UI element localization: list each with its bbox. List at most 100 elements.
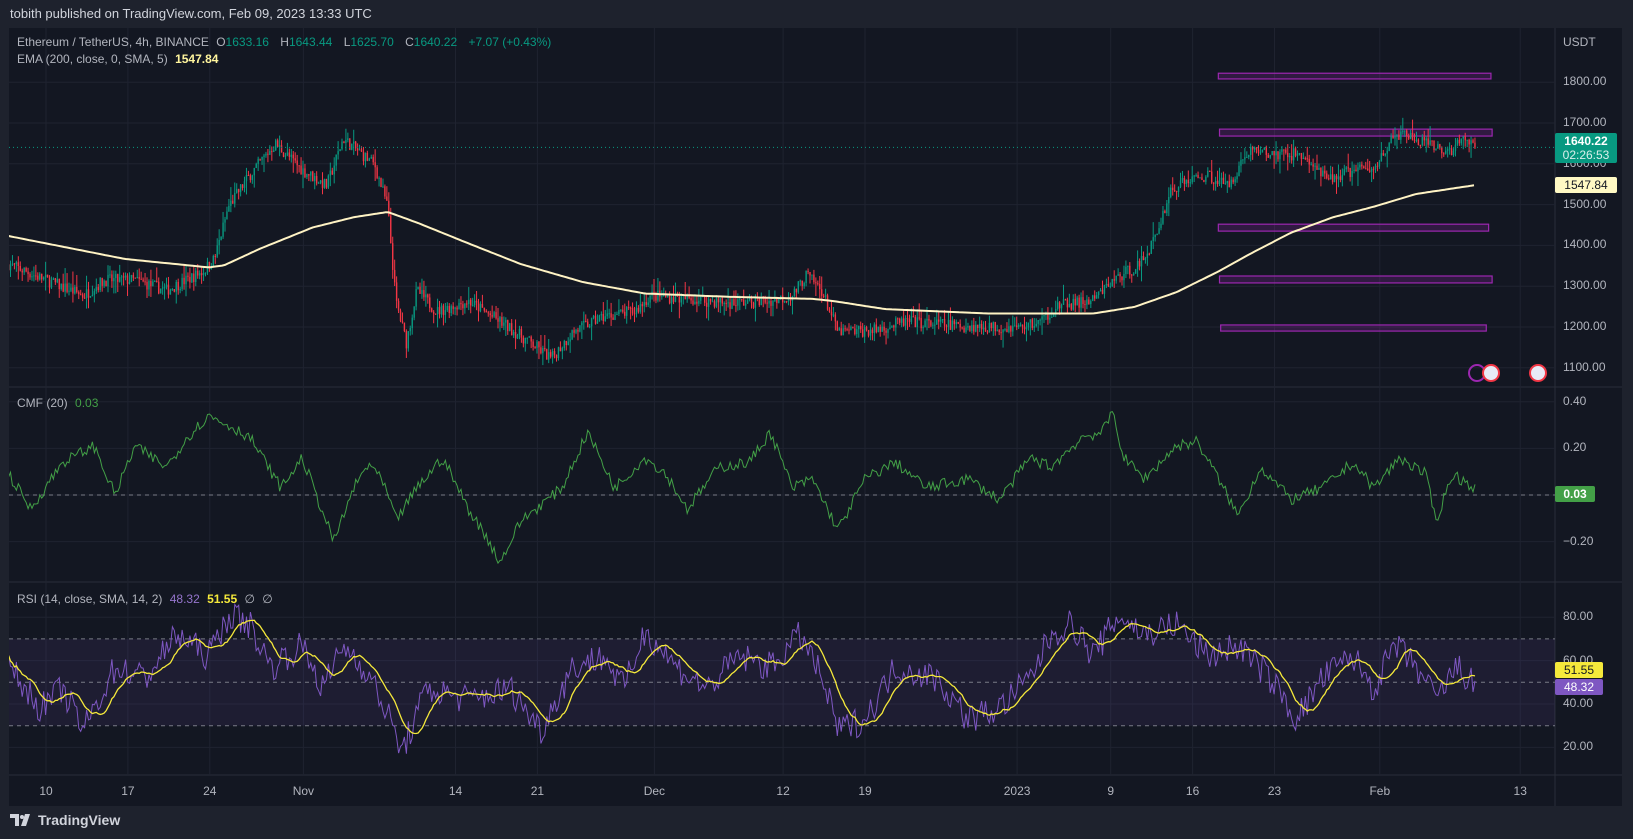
candle-up — [23, 267, 25, 273]
candle-down — [549, 352, 552, 357]
candle-down — [902, 318, 905, 326]
candle-up — [887, 329, 889, 333]
candle-up — [978, 323, 981, 329]
candle-down — [1131, 274, 1133, 276]
candle-down — [427, 294, 429, 298]
support-resistance-zone — [1218, 128, 1493, 137]
candle-down — [977, 324, 979, 329]
candle-up — [95, 287, 98, 292]
candle-up — [1144, 258, 1147, 261]
candle-up — [243, 181, 246, 188]
candle-down — [19, 265, 21, 271]
candle-up — [1136, 260, 1139, 270]
candle-up — [939, 319, 942, 322]
candle-down — [495, 312, 497, 319]
ema-price-tag: 1547.84 — [1555, 177, 1617, 193]
candle-up — [99, 278, 101, 291]
candle-up — [119, 277, 121, 282]
candle-up — [1220, 177, 1223, 181]
candle-up — [583, 320, 585, 323]
candle-up — [1448, 148, 1451, 150]
candle-up — [351, 143, 353, 150]
symbol-name[interactable]: Ethereum / TetherUS, 4h, BINANCE — [17, 35, 209, 49]
open-label: O — [216, 35, 226, 49]
symbol-legend: Ethereum / TetherUS, 4h, BINANCE O1633.1… — [17, 35, 555, 49]
candle-up — [1269, 155, 1271, 158]
candle-down — [197, 270, 199, 276]
ema-label[interactable]: EMA (200, close, 0, SMA, 5) — [17, 52, 168, 66]
candle-down — [713, 301, 716, 307]
candle-up — [152, 281, 154, 287]
candle-down — [1349, 168, 1351, 178]
candle-up — [1134, 269, 1137, 274]
candle-down — [83, 297, 86, 299]
candle-down — [1439, 144, 1441, 148]
candle-up — [1279, 151, 1281, 160]
candle-down — [78, 292, 80, 295]
candle-up — [579, 325, 581, 332]
cmf-label[interactable]: CMF (20) — [17, 396, 68, 410]
candle-down — [627, 307, 630, 309]
candle-down — [819, 283, 821, 290]
time-axis-label: Nov — [293, 784, 314, 798]
candle-down — [1129, 265, 1131, 275]
chart-frame[interactable]: 10 17 24 Nov 14 21 Dec 12 19 2023 9 16 23 Feb 13 — [9, 28, 1622, 806]
candle-up — [744, 303, 747, 306]
candle-up — [471, 305, 474, 307]
candle-up — [1333, 175, 1336, 183]
last-price: 1640.22 — [1564, 134, 1608, 148]
candle-up — [1086, 299, 1088, 305]
candle-down — [1277, 151, 1279, 160]
candle-up — [191, 273, 193, 283]
candle-down — [1209, 170, 1211, 172]
candle-up — [353, 141, 355, 144]
candle-up — [124, 275, 127, 278]
candle-up — [415, 289, 417, 307]
candle-up — [421, 290, 423, 294]
rsi-label[interactable]: RSI (14, close, SMA, 14, 2) — [17, 592, 162, 606]
candle-up — [333, 165, 335, 175]
rsi-legend: RSI (14, close, SMA, 14, 2) 48.32 51.55 … — [17, 592, 277, 606]
candle-up — [1462, 136, 1464, 139]
candle-up — [1156, 233, 1158, 236]
candle-down — [489, 313, 491, 316]
candle-down — [725, 302, 727, 304]
bar-countdown: 02:26:53 — [1562, 148, 1610, 162]
candle-up — [413, 306, 415, 318]
candle-up — [557, 347, 560, 359]
candle-up — [1154, 235, 1156, 238]
candle-up — [1240, 160, 1242, 166]
candle-down — [111, 274, 113, 282]
high-label: H — [280, 35, 289, 49]
candle-up — [1263, 147, 1266, 150]
candle-up — [768, 300, 770, 304]
time-axis-label: 17 — [121, 784, 135, 798]
candle-up — [856, 329, 858, 335]
candle-up — [255, 163, 257, 168]
chart-canvas[interactable]: 10 17 24 Nov 14 21 Dec 12 19 2023 9 16 23 Feb 13 — [9, 28, 1622, 806]
candle-down — [438, 307, 441, 315]
candle-down — [1431, 140, 1433, 142]
candle-up — [1181, 178, 1184, 181]
time-axis-label: 21 — [531, 784, 545, 798]
us-flag-event-icon — [1529, 364, 1547, 382]
candle-down — [1088, 299, 1090, 305]
candle-up — [1072, 298, 1074, 310]
candle-down — [105, 280, 107, 287]
candle-down — [752, 302, 755, 308]
candle-up — [838, 328, 840, 331]
candle-up — [528, 336, 530, 338]
tradingview-logo[interactable]: TradingView — [10, 812, 120, 828]
candle-up — [793, 288, 796, 297]
candle-up — [1080, 297, 1082, 308]
candle-up — [85, 289, 88, 298]
candle-down — [764, 298, 766, 303]
candle-down — [21, 270, 23, 273]
candle-up — [1296, 153, 1299, 156]
candle-down — [920, 317, 922, 329]
candle-down — [577, 329, 579, 332]
candle-down — [296, 160, 298, 166]
candle-up — [988, 322, 991, 333]
candle-up — [1191, 176, 1193, 183]
candle-down — [1335, 175, 1338, 180]
